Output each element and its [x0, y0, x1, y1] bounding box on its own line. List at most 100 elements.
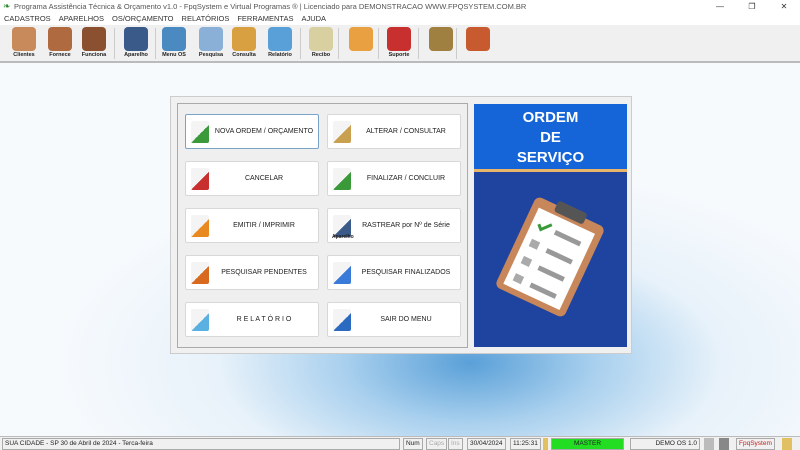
consulta-icon — [232, 27, 256, 51]
menu-cadastros[interactable]: CADASTROS — [4, 13, 51, 25]
printer-icon[interactable] — [704, 438, 714, 450]
banner-line3: SERVIÇO — [516, 149, 585, 166]
toolbar-separator — [378, 28, 379, 59]
pesquisar-pendentes-button[interactable]: PESQUISAR PENDENTES — [185, 255, 319, 290]
toolbar-separator — [338, 28, 339, 59]
print-person-icon — [191, 215, 209, 237]
window-title: Programa Assistência Técnica & Orçamento… — [14, 2, 527, 11]
status-time: 11:25:31 — [510, 438, 541, 450]
toolbar-relatorio-button[interactable]: Relatório — [264, 26, 296, 61]
menu-aparelhos[interactable]: APARELHOS — [59, 13, 104, 25]
nova-ordem-button[interactable]: NOVA ORDEM / ORÇAMENTO — [185, 114, 319, 149]
button-label: SAIR DO MENU — [380, 316, 432, 323]
new-document-icon — [191, 121, 209, 143]
menu-os-icon — [162, 27, 186, 51]
close-button[interactable]: ✕ — [768, 0, 800, 13]
ordem-servico-banner: ORDEM DE SERVIÇO — [474, 104, 627, 347]
button-label: ALTERAR / CONSULTAR — [366, 128, 446, 135]
app-icon: ❧ — [3, 1, 11, 11]
toolbar-label: Funciona — [81, 52, 107, 58]
toolbar-label: Fornece — [49, 52, 71, 58]
minimize-button[interactable]: — — [704, 0, 736, 13]
button-label: NOVA ORDEM / ORÇAMENTO — [214, 128, 314, 135]
toolbar-separator — [300, 28, 301, 59]
exit-icon — [466, 27, 490, 51]
toolbar-label: Recibo — [311, 52, 331, 58]
relatorio-icon — [268, 27, 292, 51]
emitir-imprimir-button[interactable]: EMITIR / IMPRIMIR — [185, 208, 319, 243]
toolbar-label: Clientes — [13, 52, 35, 58]
toolbar-coin-button[interactable] — [425, 26, 457, 61]
status-ins: Ins — [448, 438, 463, 450]
status-brand: FpqSystem — [736, 438, 775, 450]
banner-line2: DE — [540, 129, 561, 146]
search-chart-icon — [191, 262, 209, 284]
toolbar-label: Aparelho — [124, 52, 148, 58]
suporte-icon — [387, 27, 411, 51]
pesquisar-finalizados-button[interactable]: PESQUISAR FINALIZADOS — [327, 255, 461, 290]
menu-relatorios[interactable]: RELATÓRIOS — [182, 13, 230, 25]
menu-bar: CADASTROS APARELHOS OS/ORÇAMENTO RELATÓR… — [0, 13, 800, 25]
aparelho-caption: Aparelho — [332, 234, 354, 240]
cancel-document-icon — [191, 168, 209, 190]
toolbar-calculator-button[interactable] — [345, 26, 377, 61]
info-icon — [782, 438, 792, 450]
coin-icon — [429, 27, 453, 51]
status-database: DEMO OS 1.0 — [630, 438, 700, 450]
menu-ferramentas[interactable]: FERRAMENTAS — [237, 13, 293, 25]
relatorio-button[interactable]: R E L A T Ó R I O — [185, 302, 319, 337]
toolbar-separator — [418, 28, 419, 59]
sair-menu-button[interactable]: SAIR DO MENU — [327, 302, 461, 337]
toolbar-funciona-button[interactable]: Funciona — [78, 26, 110, 61]
pencil-icon — [333, 121, 351, 143]
status-caps: Caps — [426, 438, 448, 450]
os-menu-panel: NOVA ORDEM / ORÇAMENTO ALTERAR / CONSULTA… — [170, 96, 632, 354]
computer-icon[interactable] — [719, 438, 729, 450]
toolbar-aparelho-button[interactable]: Aparelho — [120, 26, 152, 61]
funciona-icon — [82, 27, 106, 51]
search-chart-icon — [333, 262, 351, 284]
toolbar-recibo-button[interactable]: Recibo — [305, 26, 337, 61]
toolbar-exit-button[interactable] — [462, 26, 494, 61]
toolbar-label: Suporte — [388, 52, 410, 58]
status-user: MASTER — [551, 438, 624, 450]
banner-line1: ORDEM — [522, 109, 579, 126]
menu-os-orcamento[interactable]: OS/ORÇAMENTO — [112, 13, 174, 25]
alterar-consultar-button[interactable]: ALTERAR / CONSULTAR — [327, 114, 461, 149]
recibo-icon — [309, 27, 333, 51]
button-label: PESQUISAR PENDENTES — [221, 269, 307, 276]
user-icon — [543, 438, 548, 450]
toolbar-label: Consulta — [232, 52, 256, 58]
fornece-icon — [48, 27, 72, 51]
status-date: 30/04/2024 — [467, 438, 506, 450]
clipboard-icon — [496, 197, 604, 317]
toolbar-label: Menu OS — [162, 52, 186, 58]
toolbar-consulta-button[interactable]: Consulta — [228, 26, 260, 61]
toolbar-fornece-button[interactable]: Fornece — [44, 26, 76, 61]
exit-icon — [333, 309, 351, 331]
toolbar-label: Pesquisa — [198, 52, 224, 58]
printer-icon — [191, 309, 209, 331]
clientes-icon — [12, 27, 36, 51]
status-num: Num — [403, 438, 423, 450]
button-group: NOVA ORDEM / ORÇAMENTO ALTERAR / CONSULTA… — [177, 103, 468, 348]
toolbar-separator — [155, 28, 156, 59]
finalizar-concluir-button[interactable]: FINALIZAR / CONCLUIR — [327, 161, 461, 196]
calculator-icon — [349, 27, 373, 51]
toolbar-suporte-button[interactable]: Suporte — [383, 26, 415, 61]
cancelar-button[interactable]: CANCELAR — [185, 161, 319, 196]
button-label: FINALIZAR / CONCLUIR — [366, 175, 446, 182]
title-bar: ❧ Programa Assistência Técnica & Orçament… — [0, 0, 800, 13]
toolbar-menu-os-button[interactable]: Menu OS — [158, 26, 190, 61]
toolbar-pesquisa-button[interactable]: Pesquisa — [195, 26, 227, 61]
rastrear-button[interactable]: Aparelho RASTREAR por Nº de Série — [327, 208, 461, 243]
pesquisa-icon — [199, 27, 223, 51]
maximize-button[interactable]: ❐ — [736, 0, 768, 13]
button-label: PESQUISAR FINALIZADOS — [361, 269, 451, 276]
toolbar-label: Relatório — [268, 52, 292, 58]
aparelho-icon — [124, 27, 148, 51]
status-city-date: SUA CIDADE - SP 30 de Abril de 2024 - Te… — [2, 438, 400, 450]
button-label: CANCELAR — [244, 175, 284, 182]
toolbar-clientes-button[interactable]: Clientes — [8, 26, 40, 61]
menu-ajuda[interactable]: AJUDA — [301, 13, 326, 25]
